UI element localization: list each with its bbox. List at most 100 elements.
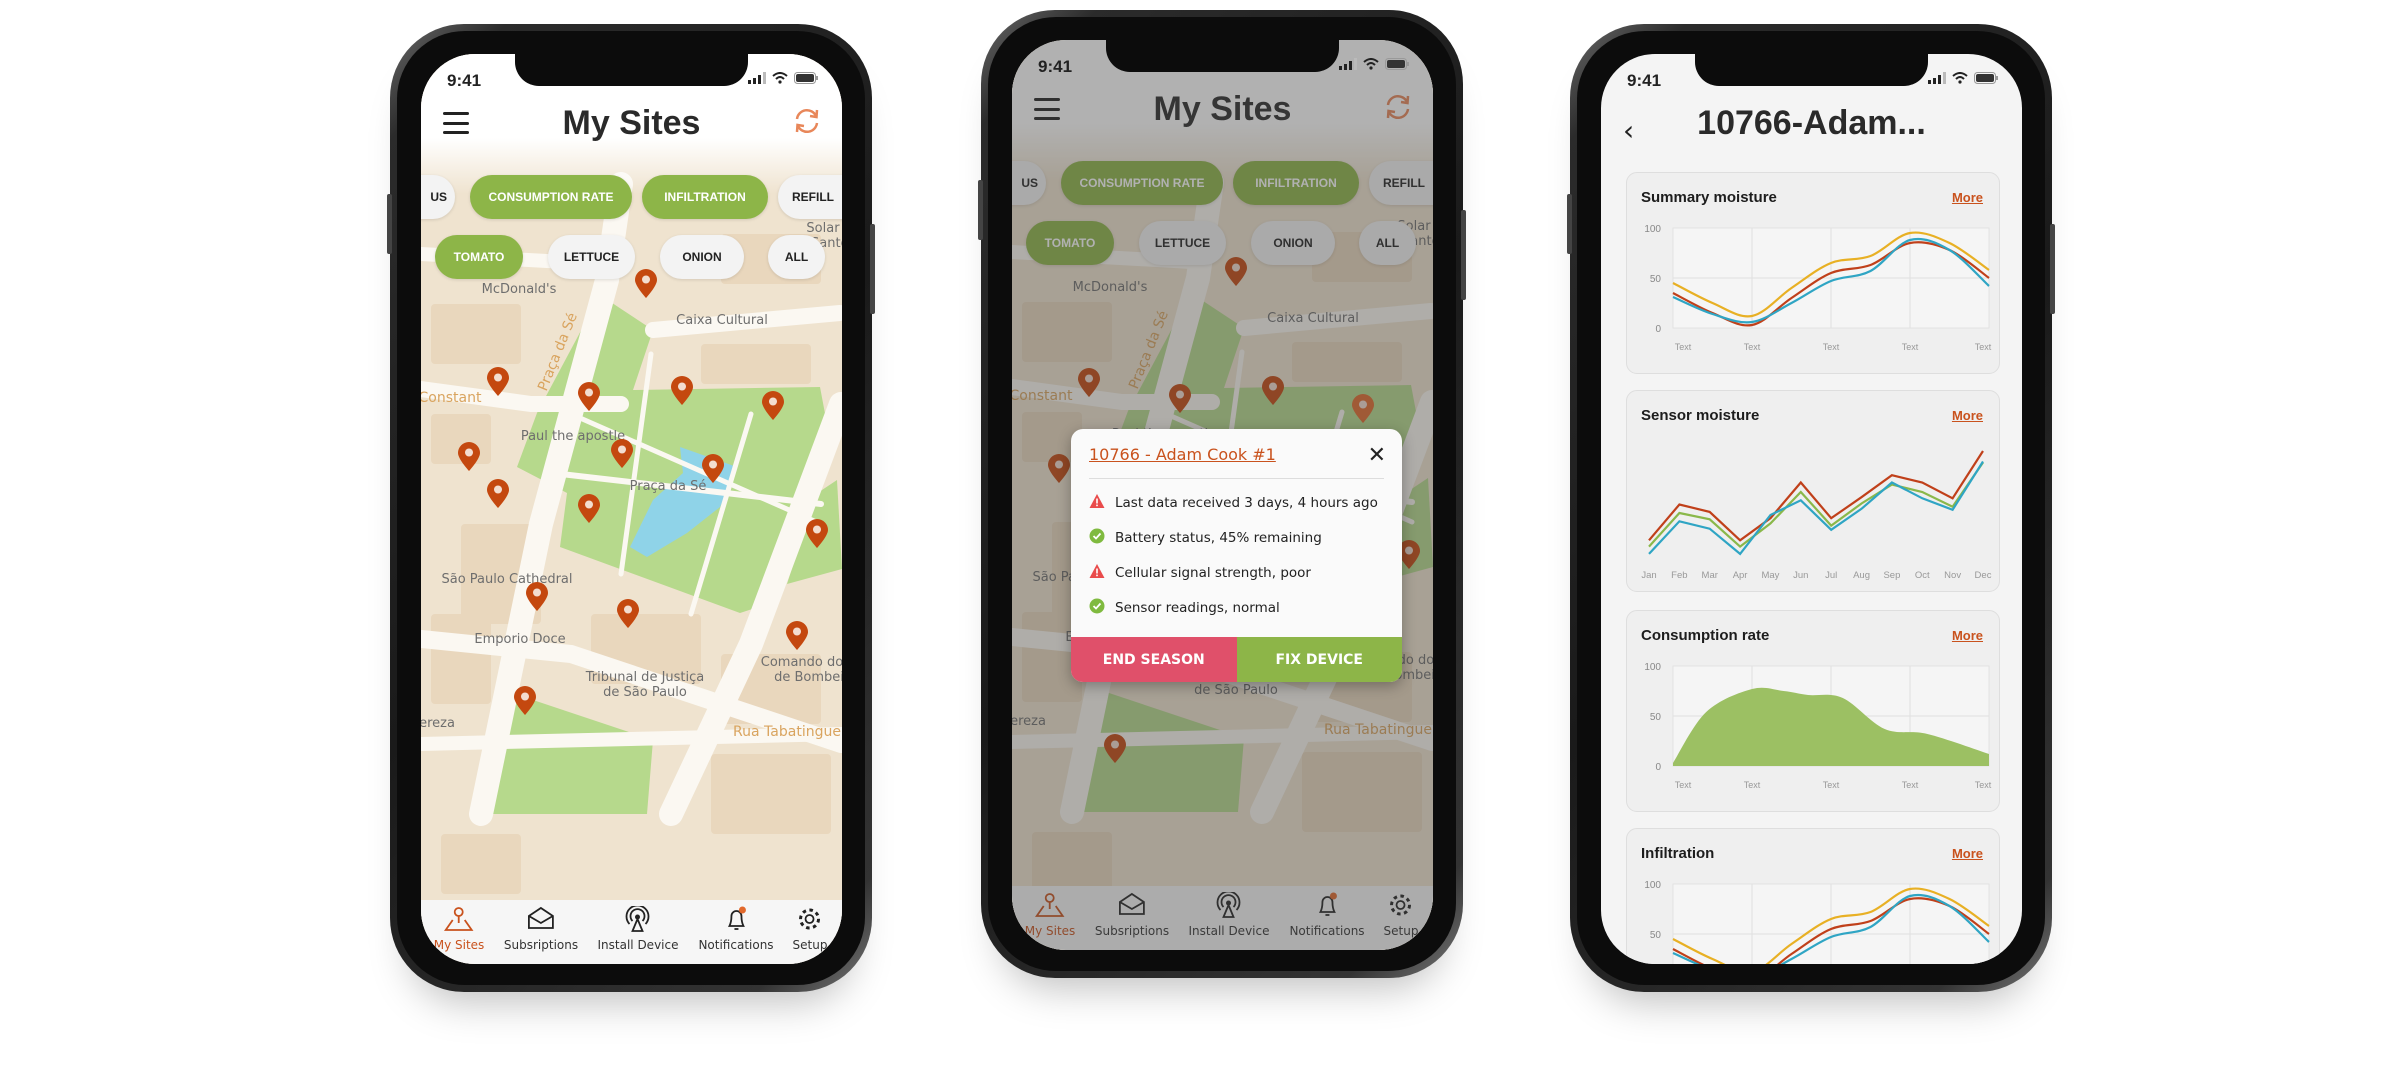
status-time: 9:41: [447, 71, 482, 90]
chart-card-summary-moisture: Summary moisture More 0 50 100 Text Text Text Te…: [1626, 172, 2000, 374]
filter-chip[interactable]: CONSUMPTION RATE: [470, 175, 632, 219]
y-tick-label: 0: [1655, 324, 1661, 335]
wifi-icon: [1363, 58, 1379, 70]
map-pin-icon[interactable]: [761, 390, 785, 421]
volume-button: [1567, 194, 1572, 254]
site-link[interactable]: 10766 - Adam Cook #1: [1089, 445, 1276, 464]
notch: [515, 54, 748, 86]
signal-icon: [1339, 58, 1357, 70]
filter-chip[interactable]: TOMATO: [435, 235, 523, 279]
nav-item-setup[interactable]: Setup: [792, 906, 828, 952]
status-time: 9:41: [1627, 71, 1662, 90]
battery-icon: [1974, 72, 1998, 84]
x-tick-label: Mar: [1702, 570, 1718, 581]
filter-chip[interactable]: ALL: [768, 235, 825, 279]
filter-chip[interactable]: ONION: [660, 235, 744, 279]
page-title: 10766-Adam...: [1697, 104, 1926, 142]
map-pin-user-icon: [443, 906, 475, 938]
status-row: Sensor readings, normal: [1089, 598, 1280, 618]
chart-card-consumption-rate: Consumption rate More 0 50 100 Text Text Text Te…: [1626, 610, 2000, 812]
map-pin-icon[interactable]: [513, 685, 537, 716]
phone-site-detail: 9:41 ‹ 10766-Adam... Summary moisture Mor…: [1567, 24, 2055, 992]
y-tick-label: 100: [1644, 224, 1661, 235]
map-label: de Bombei: [774, 670, 842, 685]
map-pin-icon[interactable]: [457, 441, 481, 472]
warning-icon: [1089, 563, 1105, 583]
nav-item-subsriptions[interactable]: Subsriptions: [504, 906, 578, 952]
map-pin-icon[interactable]: [805, 518, 829, 549]
nav-item-my-sites[interactable]: My Sites: [433, 906, 485, 952]
x-tick-label: Text: [1675, 780, 1692, 790]
wifi-icon: [772, 72, 788, 84]
y-tick-label: 50: [1650, 274, 1662, 285]
map-label: de São Paulo: [603, 685, 687, 700]
chart-card-sensor-moisture: Sensor moisture More Jan Feb Mar Apr May Jun Jul…: [1626, 390, 2000, 592]
site-popup-screen: 9:41 McDonald's Caixa Cultural Praça da Sé…: [1012, 40, 1433, 950]
x-tick-label: Feb: [1671, 570, 1687, 581]
bell-icon: [721, 906, 751, 938]
chart-card-infiltration: Infiltration More 0 50 100 Text Text Text Text Te…: [1626, 828, 2000, 964]
nav-item-install-device[interactable]: Install Device: [597, 904, 679, 952]
filter-chip[interactable]: LETTUCE: [548, 235, 635, 279]
signal-icon: [748, 72, 766, 84]
close-icon[interactable]: ✕: [1368, 443, 1386, 468]
map-label: Constant: [421, 390, 482, 406]
power-button: [2050, 224, 2055, 314]
map-pin-icon[interactable]: [616, 598, 640, 629]
map-label: ereza: [421, 716, 455, 731]
status-row: Last data received 3 days, 4 hours ago: [1089, 493, 1378, 513]
bottom-nav: My Sites Subsriptions Install Device Notifi…: [421, 900, 842, 964]
x-tick-label: Apr: [1733, 570, 1748, 581]
x-tick-label: May: [1761, 570, 1779, 581]
map-label: Tribunal de Justiça: [585, 670, 705, 685]
filter-chip[interactable]: INFILTRATION: [642, 175, 768, 219]
x-tick-label: Text: [1902, 780, 1919, 790]
status-icons: [748, 72, 818, 84]
map-pin-icon[interactable]: [701, 453, 725, 484]
notch: [1106, 40, 1339, 72]
power-button: [870, 224, 875, 314]
map-pin-icon[interactable]: [486, 366, 510, 397]
fix-device-button[interactable]: FIX DEVICE: [1236, 637, 1402, 682]
y-tick-label: 0: [1655, 762, 1661, 773]
nav-label: Notifications: [698, 938, 774, 952]
map-pin-icon[interactable]: [486, 478, 510, 509]
notch: [1695, 54, 1928, 86]
signal-icon: [1928, 72, 1946, 84]
power-button: [1461, 210, 1466, 300]
nav-label: My Sites: [433, 938, 485, 952]
x-tick-label: Text: [1902, 342, 1919, 352]
map-pin-icon[interactable]: [634, 268, 658, 299]
x-tick-label: Text: [1823, 342, 1840, 352]
x-tick-label: Jun: [1793, 570, 1808, 581]
volume-button: [978, 180, 983, 240]
refresh-icon[interactable]: [792, 106, 822, 141]
map-pin-icon[interactable]: [577, 493, 601, 524]
map-label: Comando do: [760, 655, 842, 670]
x-tick-label: Jul: [1825, 570, 1837, 581]
nav-label: Setup: [792, 938, 828, 952]
status-icons: [1339, 58, 1409, 70]
phone-site-popup: 9:41 McDonald's Caixa Cultural Praça da Sé…: [978, 10, 1466, 978]
map-pin-icon[interactable]: [670, 375, 694, 406]
my-sites-screen: 9:41 McDonald's Caixa Cultural Praça da Sé…: [421, 54, 842, 964]
status-text: Battery status, 45% remaining: [1115, 530, 1322, 546]
wifi-icon: [1952, 72, 1968, 84]
nav-item-notifications[interactable]: Notifications: [698, 906, 774, 952]
status-time: 9:41: [1038, 57, 1073, 76]
warning-icon: [1089, 493, 1105, 513]
filter-chip[interactable]: REFILL: [778, 175, 842, 219]
x-tick-label: Oct: [1915, 570, 1930, 581]
chart: Jan Feb Mar Apr May Jun Jul Aug Sep Oct Nov Dec: [1641, 450, 1992, 581]
phone-my-sites: 9:41 McDonald's Caixa Cultural Praça da Sé…: [387, 24, 875, 992]
map-pin-icon[interactable]: [610, 438, 634, 469]
y-tick-label: 100: [1644, 880, 1661, 891]
status-icons: [1928, 72, 1998, 84]
nav-label: Install Device: [597, 938, 679, 952]
map-pin-icon[interactable]: [525, 581, 549, 612]
chart: 0 50 100 Text Text Text Text Text: [1644, 224, 1991, 352]
map-pin-icon[interactable]: [577, 381, 601, 412]
gear-icon: [795, 906, 825, 938]
map-pin-icon[interactable]: [785, 620, 809, 651]
end-season-button[interactable]: END SEASON: [1071, 637, 1237, 682]
